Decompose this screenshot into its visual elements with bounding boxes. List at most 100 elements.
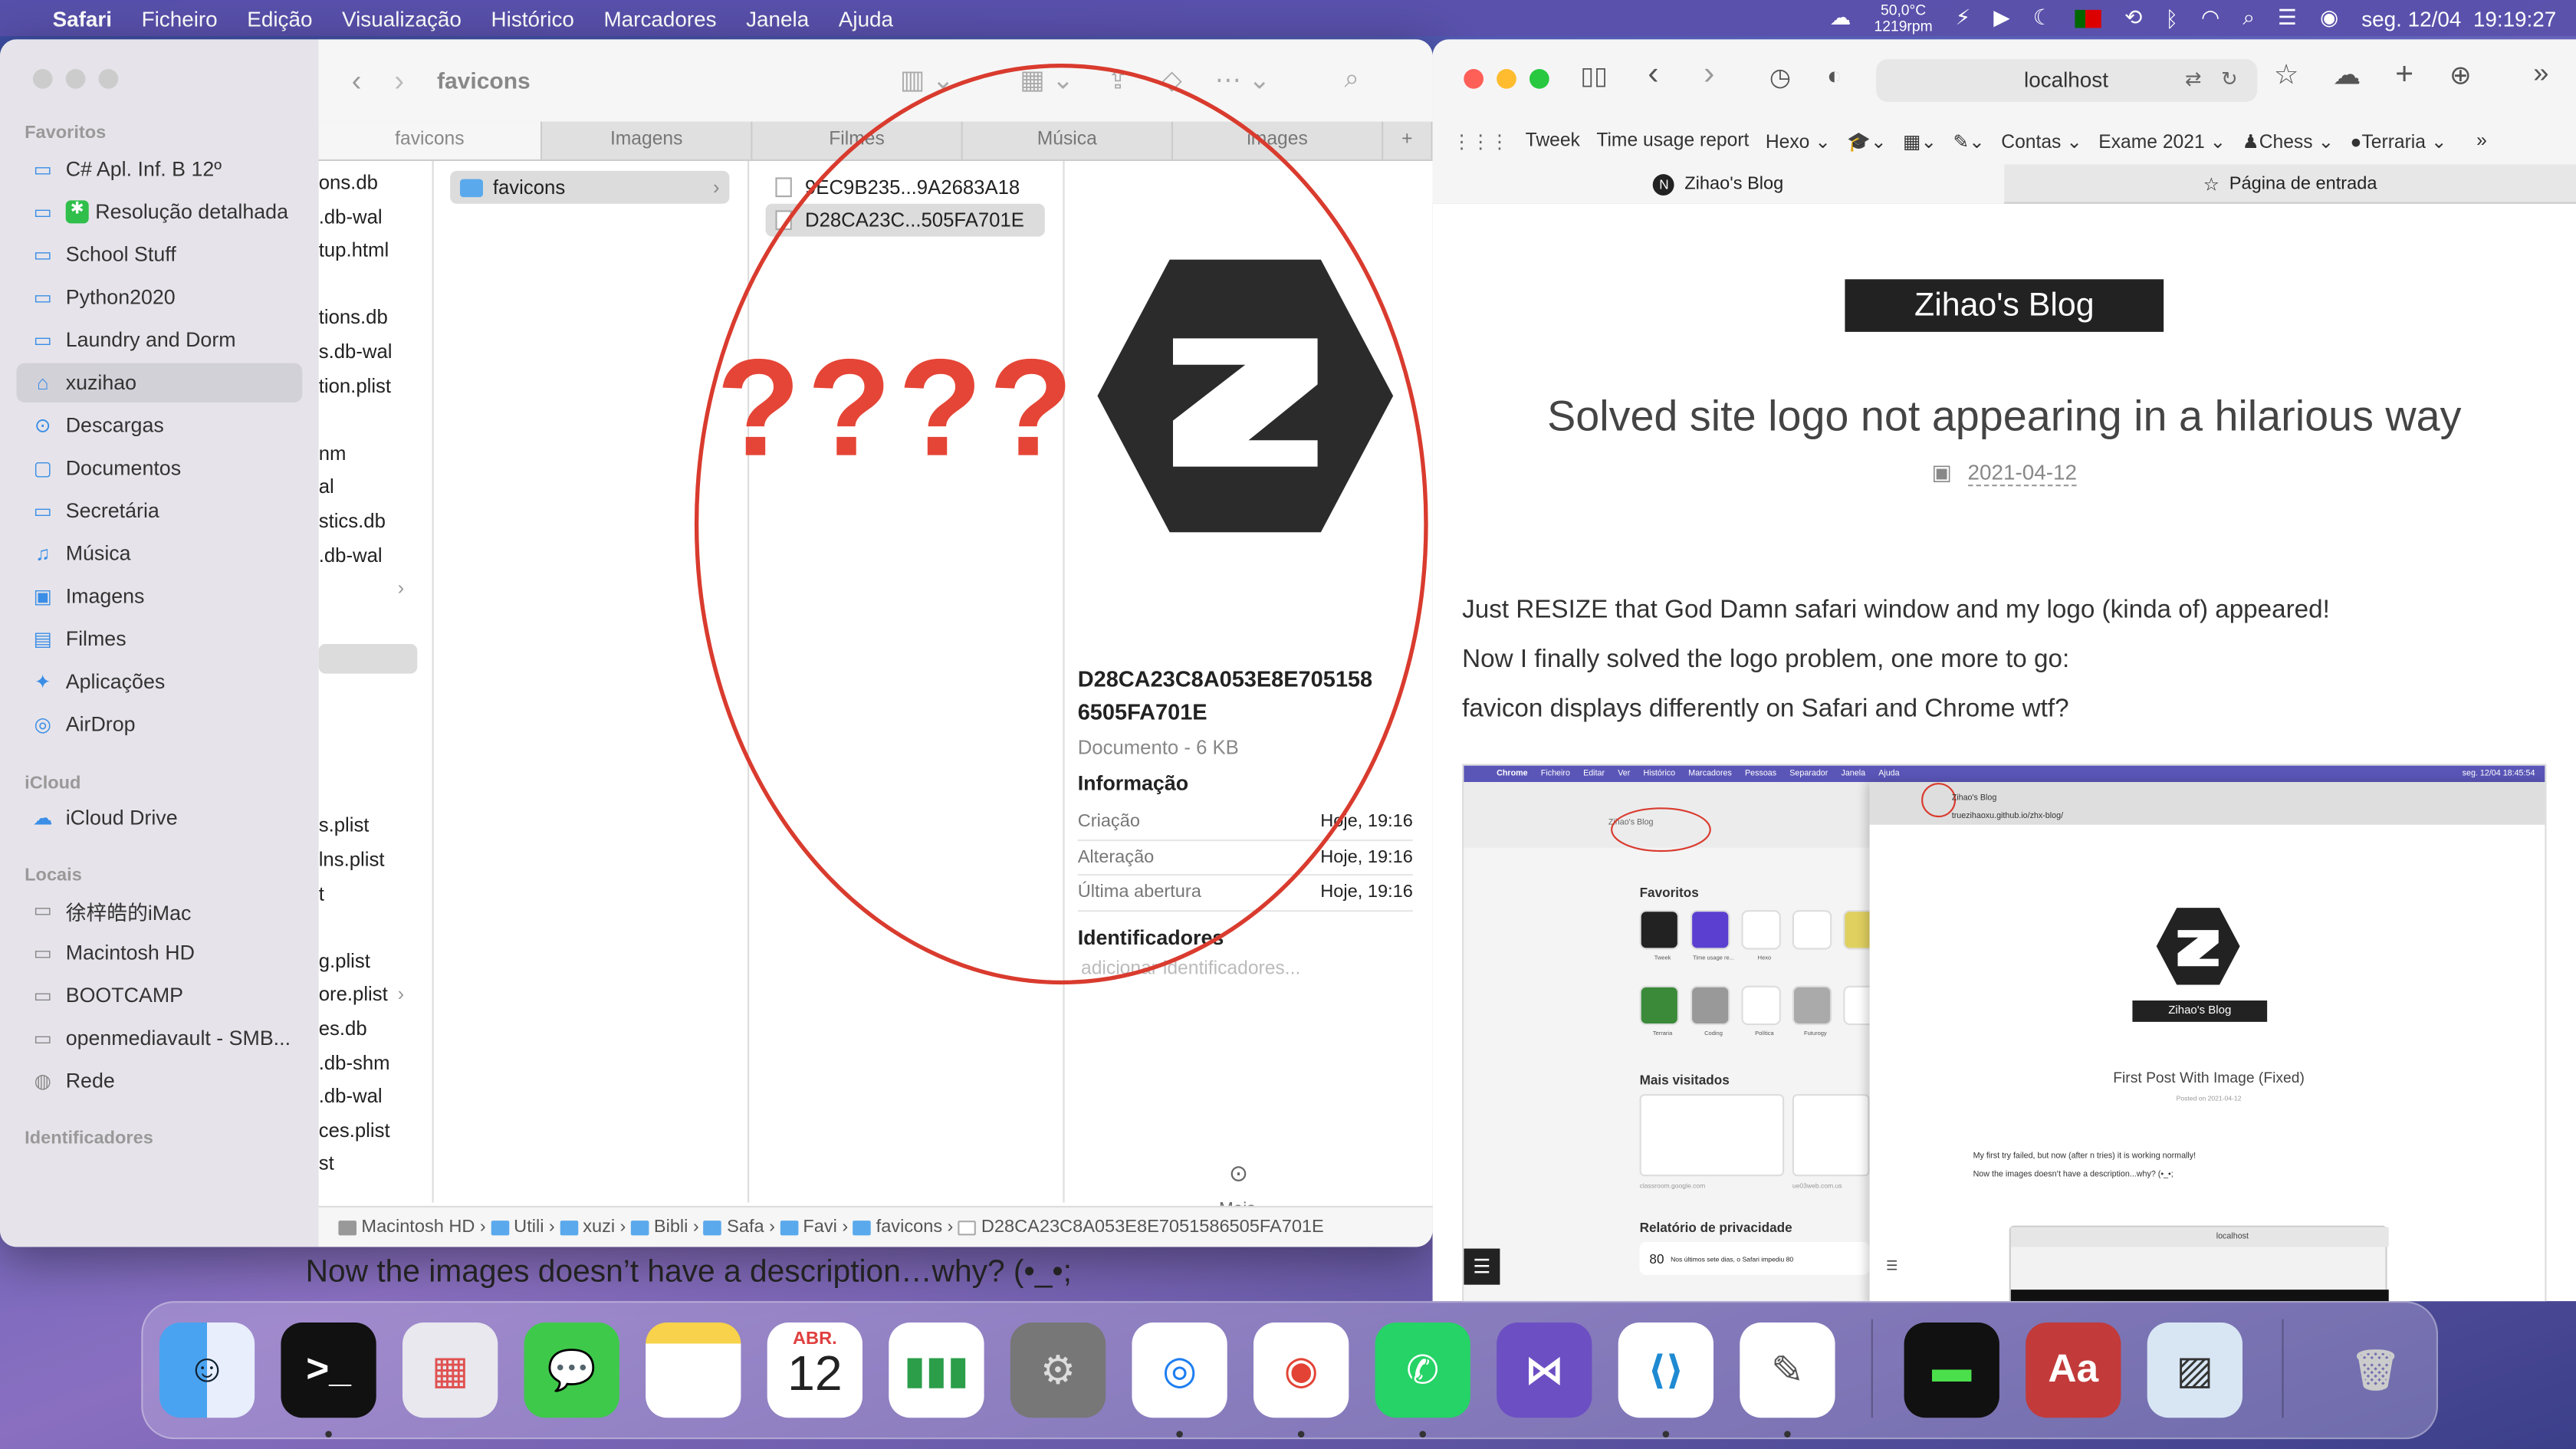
finder-icon[interactable]: ☺ bbox=[159, 1322, 255, 1418]
fav-tweek[interactable]: Tweek bbox=[1526, 131, 1580, 151]
file-row[interactable]: stics.db bbox=[319, 509, 386, 532]
temperature-widget[interactable]: 50,0°C 1219rpm bbox=[1875, 2, 1933, 34]
wifi-icon[interactable]: ◠ bbox=[2201, 5, 2220, 31]
sidebar-item-selected[interactable]: ⌂ xuzihao bbox=[16, 363, 303, 402]
siri-icon[interactable]: ◉ bbox=[2320, 5, 2338, 31]
sidebar-toggle-icon[interactable]: ▯▯ bbox=[1580, 61, 1607, 90]
path-segment[interactable]: xuzi bbox=[583, 1217, 615, 1237]
vs-code-icon[interactable]: ⟨⟩ bbox=[1618, 1322, 1714, 1418]
flag-icon[interactable] bbox=[2075, 8, 2101, 28]
path-segment[interactable]: Macintosh HD bbox=[361, 1217, 475, 1237]
sidebar-item[interactable]: ▭ openmediavault - SMB... bbox=[16, 1019, 302, 1058]
textedit-icon[interactable]: ✎ bbox=[1740, 1322, 1835, 1418]
file-row[interactable]: ore.plist bbox=[319, 983, 388, 1006]
more-icon[interactable]: ⊙ bbox=[1229, 1160, 1248, 1188]
sidebar-item[interactable]: ▢ Documentos bbox=[16, 449, 302, 488]
trash-icon[interactable]: 🗑 bbox=[2328, 1322, 2423, 1418]
grid-icon[interactable]: ⋮⋮⋮ bbox=[1452, 130, 1509, 153]
calendar-icon[interactable]: ABR. 12 bbox=[767, 1322, 863, 1418]
bluetooth-icon[interactable]: ᛒ bbox=[2165, 6, 2178, 31]
file-row[interactable]: .db-wal bbox=[319, 543, 383, 566]
search-icon[interactable]: ⌕ bbox=[2242, 5, 2255, 31]
file-row[interactable]: g.plist bbox=[319, 949, 370, 972]
sidebar-item[interactable]: ◎ AirDrop bbox=[16, 705, 302, 744]
file-row[interactable]: lns.plist bbox=[319, 848, 385, 871]
dictionary-icon[interactable]: Aa bbox=[2026, 1322, 2121, 1418]
file-row[interactable]: t bbox=[319, 882, 324, 905]
menu-edicao[interactable]: Edição bbox=[247, 6, 312, 31]
file-row[interactable]: nm bbox=[319, 442, 347, 465]
sidebar-item[interactable]: ▭ Macintosh HD bbox=[16, 933, 302, 972]
whatsapp-icon[interactable]: ✆ bbox=[1375, 1322, 1470, 1418]
play-icon[interactable]: ▶ bbox=[1993, 5, 2009, 31]
menu-app-name[interactable]: Safari bbox=[53, 6, 112, 31]
preview-icon[interactable]: ▨ bbox=[2147, 1322, 2242, 1418]
fav-hexo[interactable]: Hexo ⌄ bbox=[1766, 130, 1831, 153]
sidebar-item[interactable]: ▭ ✱ Resolução detalhada bbox=[16, 192, 302, 232]
chrome-icon[interactable]: ◉ bbox=[1254, 1322, 1349, 1418]
visual-studio-icon[interactable]: ⋈ bbox=[1497, 1322, 1592, 1418]
menu-datetime[interactable]: seg. 12/04 19:19:27 bbox=[2361, 6, 2556, 31]
sidebar-item[interactable]: ✦ Aplicações bbox=[16, 662, 302, 702]
file-row[interactable]: .db-wal bbox=[319, 1085, 383, 1108]
path-segment[interactable]: Safa bbox=[727, 1217, 764, 1237]
sidebar-item[interactable]: ▭ BOOTCAMP bbox=[16, 976, 302, 1015]
fav-chess[interactable]: ♟Chess ⌄ bbox=[2242, 130, 2334, 153]
history-icon[interactable]: ◷ bbox=[1769, 62, 1791, 92]
moon-icon[interactable]: ☾ bbox=[2033, 5, 2052, 31]
translate-icon[interactable]: ⇄ bbox=[2185, 67, 2202, 90]
file-row[interactable]: st bbox=[319, 1152, 334, 1175]
file-row[interactable]: .db-shm bbox=[319, 1051, 390, 1074]
file-row[interactable]: s.plist bbox=[319, 814, 370, 837]
time-machine-icon[interactable]: ⟲ bbox=[2124, 5, 2142, 31]
menu-ajuda[interactable]: Ajuda bbox=[839, 6, 893, 31]
back-icon[interactable]: ‹ bbox=[1648, 56, 1658, 94]
address-bar[interactable]: localhost ⇄ ↻ bbox=[1876, 59, 2258, 102]
minimize-button[interactable] bbox=[1497, 69, 1516, 89]
fav-folder-icon[interactable]: ✎⌄ bbox=[1953, 130, 1985, 153]
menu-historico[interactable]: Histórico bbox=[491, 6, 574, 31]
path-segment[interactable]: Utili bbox=[514, 1217, 544, 1237]
menu-janela[interactable]: Janela bbox=[746, 6, 809, 31]
file-row[interactable]: s.db-wal bbox=[319, 340, 393, 363]
tab-zihaos-blog[interactable]: N Zihao's Blog bbox=[1432, 164, 2005, 204]
file-row[interactable]: tions.db bbox=[319, 306, 388, 329]
hamburger-menu-icon[interactable]: ☰ bbox=[1464, 1248, 1500, 1285]
file-row[interactable]: .db-wal bbox=[319, 205, 383, 228]
shield-icon[interactable]: ◐ bbox=[1827, 62, 1842, 90]
fav-folder-icon[interactable]: 🎓⌄ bbox=[1847, 130, 1886, 153]
minimize-button[interactable] bbox=[65, 69, 86, 89]
file-row[interactable]: es.db bbox=[319, 1017, 367, 1040]
sidebar-item[interactable]: ▭ School Stuff bbox=[16, 235, 302, 274]
blog-site-title[interactable]: Zihao's Blog bbox=[1845, 279, 2164, 332]
menu-ficheiro[interactable]: Ficheiro bbox=[142, 6, 218, 31]
fav-time-usage[interactable]: Time usage report bbox=[1596, 131, 1749, 151]
close-button[interactable] bbox=[32, 69, 53, 89]
cloud-upload-icon[interactable]: ☁ bbox=[1830, 5, 1852, 31]
fav-exame[interactable]: Exame 2021 ⌄ bbox=[2098, 130, 2226, 153]
activity-monitor-icon[interactable]: ▬ bbox=[1904, 1322, 1999, 1418]
fav-folder-icon[interactable]: ▦⌄ bbox=[1903, 130, 1937, 153]
selected-row[interactable] bbox=[318, 644, 418, 674]
sidebar-item[interactable]: ▣ Imagens bbox=[16, 577, 302, 616]
sidebar-item[interactable]: ▭ C# Apl. Inf. B 12º bbox=[16, 150, 302, 189]
zoom-button[interactable] bbox=[1529, 69, 1549, 89]
launchpad-icon[interactable]: ▦ bbox=[402, 1322, 498, 1418]
menu-marcadores[interactable]: Marcadores bbox=[603, 6, 716, 31]
path-segment[interactable]: Favi bbox=[803, 1217, 837, 1237]
file-row[interactable]: ons.db bbox=[319, 171, 378, 194]
file-row[interactable]: ces.plist bbox=[319, 1119, 390, 1142]
notes-icon[interactable] bbox=[646, 1322, 741, 1418]
star-icon[interactable]: ☆ bbox=[2274, 59, 2299, 92]
path-segment[interactable]: D28CA23C8A053E8E7051586505FA701E bbox=[981, 1217, 1324, 1237]
sidebar-item[interactable]: ☁ iCloud Drive bbox=[16, 798, 302, 837]
control-center-icon[interactable]: ☰ bbox=[2278, 5, 2297, 31]
folder-row-favicons[interactable]: favicons › bbox=[450, 170, 730, 204]
reload-icon[interactable]: ↻ bbox=[2221, 67, 2238, 90]
file-row[interactable]: tion.plist bbox=[319, 374, 391, 397]
path-segment[interactable]: Bibli bbox=[654, 1217, 688, 1237]
safari-icon[interactable]: ◎ bbox=[1132, 1322, 1227, 1418]
forward-icon[interactable]: › bbox=[1704, 56, 1714, 94]
downloads-icon[interactable]: ⊕ bbox=[2450, 59, 2472, 92]
overflow-icon[interactable]: » bbox=[2533, 58, 2548, 90]
